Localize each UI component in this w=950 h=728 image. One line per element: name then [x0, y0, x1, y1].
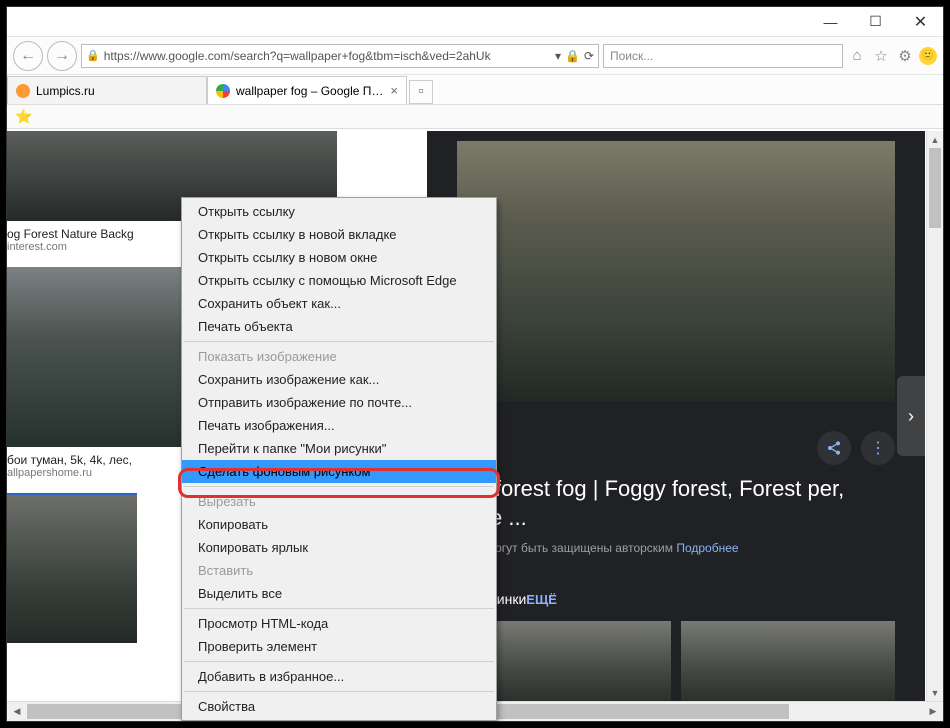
context-menu-item[interactable]: Свойства: [182, 695, 496, 718]
tab-google-images[interactable]: wallpaper fog – Google По... ×: [207, 76, 407, 104]
favorites-icon[interactable]: ☆: [871, 46, 891, 66]
context-menu-item[interactable]: Печать изображения...: [182, 414, 496, 437]
context-menu-item[interactable]: Открыть ссылку: [182, 200, 496, 223]
context-menu-item[interactable]: Открыть ссылку с помощью Microsoft Edge: [182, 269, 496, 292]
bookmarks-bar: ⭐: [7, 105, 943, 129]
context-menu-item[interactable]: Копировать: [182, 513, 496, 536]
scroll-up-button[interactable]: ▲: [927, 131, 943, 148]
image-preview-panel: ‹ › rest ⋮ per forest fog | Foggy forest…: [427, 131, 925, 701]
address-bar[interactable]: 🔒 https://www.google.com/search?q=wallpa…: [81, 44, 599, 68]
context-menu-item: Вставить: [182, 559, 496, 582]
tab-lumpics[interactable]: Lumpics.ru: [7, 76, 207, 104]
context-menu-item[interactable]: Сохранить изображение как...: [182, 368, 496, 391]
tab-title: Lumpics.ru: [36, 84, 198, 98]
context-menu-item[interactable]: Перейти к папке "Мои рисунки": [182, 437, 496, 460]
home-icon[interactable]: ⌂: [847, 46, 867, 66]
meta-row: rest ⋮: [457, 431, 895, 465]
menu-separator: [184, 486, 494, 487]
scrollbar-thumb[interactable]: [929, 148, 941, 228]
maximize-button[interactable]: ☐: [853, 7, 898, 37]
context-menu-item[interactable]: Сохранить объект как...: [182, 292, 496, 315]
lock-icon: 🔒: [86, 49, 100, 62]
context-menu-item[interactable]: Открыть ссылку в новой вкладке: [182, 223, 496, 246]
related-thumbnail[interactable]: [681, 621, 895, 701]
related-header: е картинки ЕЩЁ: [457, 591, 895, 607]
more-related-link[interactable]: ЕЩЁ: [526, 592, 557, 607]
copyright-notice: ения могут быть защищены авторским Подро…: [457, 541, 895, 555]
context-menu-item[interactable]: Проверить элемент: [182, 635, 496, 658]
bookmark-star-icon[interactable]: ⭐: [15, 108, 32, 125]
result-thumbnail[interactable]: [7, 493, 137, 643]
gear-icon[interactable]: ⚙: [895, 46, 915, 66]
menu-separator: [184, 608, 494, 609]
nav-toolbar: ← → 🔒 https://www.google.com/search?q=wa…: [7, 37, 943, 75]
menu-separator: [184, 691, 494, 692]
preview-image[interactable]: [457, 141, 895, 401]
context-menu-item[interactable]: Копировать ярлык: [182, 536, 496, 559]
refresh-icon[interactable]: ⟳: [584, 49, 594, 63]
context-menu-item[interactable]: Сделать фоновым рисунком: [182, 460, 496, 483]
share-button[interactable]: [817, 431, 851, 465]
context-menu-item[interactable]: Добавить в избранное...: [182, 665, 496, 688]
menu-separator: [184, 341, 494, 342]
url-dropdown-icon[interactable]: ▾: [555, 49, 561, 63]
image-title: per forest fog | Foggy forest, Forest pe…: [457, 475, 895, 532]
details-link[interactable]: Подробнее: [673, 541, 739, 555]
back-button[interactable]: ←: [13, 41, 43, 71]
context-menu-item: Вырезать: [182, 490, 496, 513]
related-thumbnails: [457, 621, 895, 701]
scroll-down-button[interactable]: ▼: [927, 684, 943, 701]
context-menu: Открыть ссылкуОткрыть ссылку в новой вкл…: [181, 197, 497, 721]
menu-separator: [184, 661, 494, 662]
context-menu-item: Показать изображение: [182, 345, 496, 368]
forward-button[interactable]: →: [47, 41, 77, 71]
new-tab-button[interactable]: ▫: [409, 80, 433, 104]
favicon-icon: [216, 84, 230, 98]
context-menu-item[interactable]: Печать объекта: [182, 315, 496, 338]
titlebar: — ☐ ✕: [7, 7, 943, 37]
tab-strip: Lumpics.ru wallpaper fog – Google По... …: [7, 75, 943, 105]
share-icon: [826, 440, 842, 456]
smiley-icon[interactable]: 🙂: [919, 47, 937, 65]
context-menu-item[interactable]: Просмотр HTML-кода: [182, 612, 496, 635]
search-input[interactable]: Поиск...: [603, 44, 843, 68]
minimize-button[interactable]: —: [808, 7, 853, 37]
next-image-button[interactable]: ›: [897, 376, 925, 456]
url-text: https://www.google.com/search?q=wallpape…: [104, 49, 551, 63]
close-button[interactable]: ✕: [898, 7, 943, 37]
search-placeholder: Поиск...: [610, 49, 653, 63]
scroll-left-button[interactable]: ◀: [7, 702, 27, 721]
vertical-scrollbar[interactable]: ▲ ▼: [926, 131, 943, 701]
browser-window: — ☐ ✕ ← → 🔒 https://www.google.com/searc…: [6, 6, 944, 722]
context-menu-item[interactable]: Выделить все: [182, 582, 496, 605]
context-menu-item[interactable]: Открыть ссылку в новом окне: [182, 246, 496, 269]
security-icon[interactable]: 🔒: [565, 49, 580, 63]
tab-title: wallpaper fog – Google По...: [236, 84, 384, 98]
tab-close-icon[interactable]: ×: [390, 83, 398, 98]
favicon-icon: [16, 84, 30, 98]
scroll-right-button[interactable]: ▶: [923, 702, 943, 721]
more-menu-button[interactable]: ⋮: [861, 431, 895, 465]
context-menu-item[interactable]: Отправить изображение по почте...: [182, 391, 496, 414]
